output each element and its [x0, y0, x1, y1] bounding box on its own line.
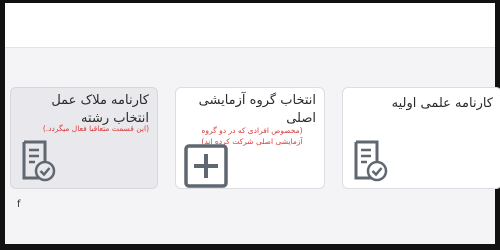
window-frame-bottom — [0, 244, 500, 250]
main-test-group-card[interactable]: انتخاب گروه آزمایشی اصلی (مخصوص افرادی ک… — [175, 87, 325, 189]
criteria-report-card[interactable]: کارنامه ملاک عمل انتخاب رشته (این قسمت م… — [10, 87, 158, 189]
report-check-icon — [353, 140, 389, 186]
card-title: کارنامه علمی اولیه — [391, 96, 493, 111]
report-check-icon — [21, 140, 57, 186]
misc-glyph: f — [17, 199, 21, 210]
top-header-bar — [5, 3, 495, 48]
add-square-icon — [184, 144, 228, 192]
card-title: انتخاب گروه آزمایشی اصلی — [198, 93, 316, 126]
card-note: (این قسمت متعاقبا فعال میگردد.) — [42, 124, 149, 133]
initial-report-card[interactable]: کارنامه علمی اولیه — [342, 87, 500, 189]
